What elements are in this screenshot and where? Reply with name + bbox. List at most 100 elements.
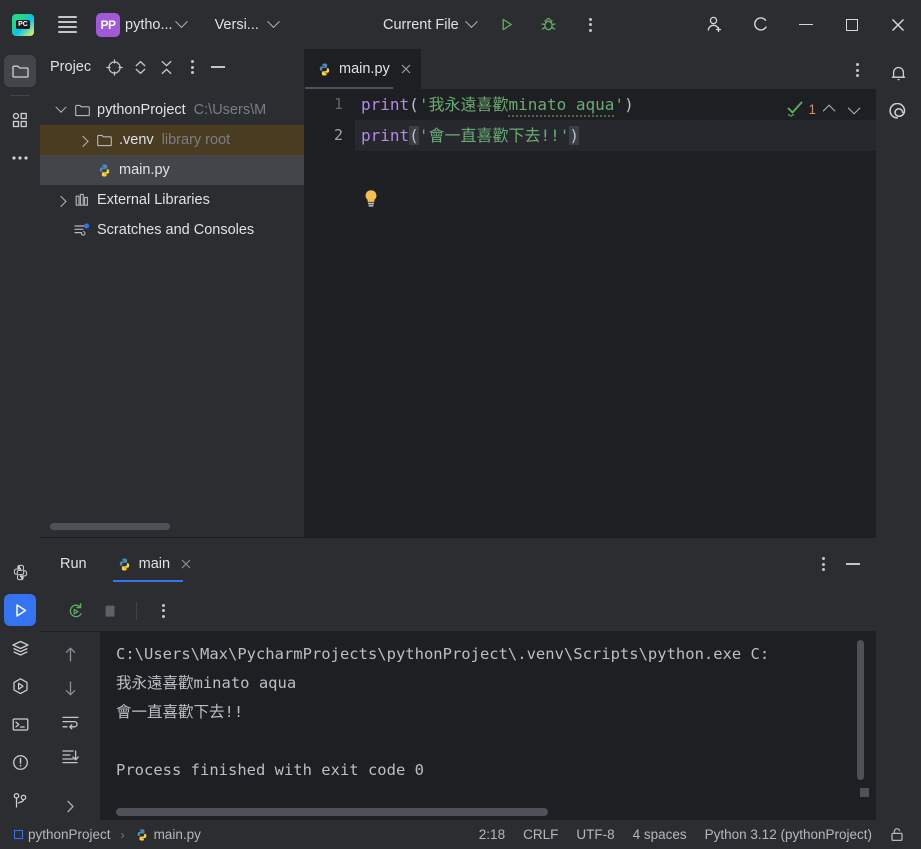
sidebar-item-ai-assistant[interactable]	[883, 97, 915, 129]
sidebar-item-problems[interactable]	[4, 746, 36, 778]
scroll-down-button[interactable]	[55, 674, 85, 704]
next-problem-icon[interactable]	[844, 98, 866, 120]
project-options-button[interactable]	[179, 54, 205, 80]
tree-item-scratches-and-consoles[interactable]: Scratches and Consoles	[40, 215, 304, 245]
scroll-up-button[interactable]	[55, 640, 85, 670]
vcs-label: Versi...	[214, 16, 259, 33]
tree-item-pythonProject[interactable]: pythonProject C:\Users\M	[40, 95, 304, 125]
sidebar-item-terminal[interactable]	[4, 708, 36, 740]
sidebar-item-project[interactable]	[4, 55, 36, 87]
editor-tab-main-py[interactable]: main.py	[305, 49, 421, 89]
project-tool-window: Projec pythonProject C:\Users\M .venv li…	[40, 49, 305, 537]
read-only-lock-button[interactable]	[881, 824, 913, 845]
run-console-output[interactable]: C:\Users\Max\PycharmProjects\pythonProje…	[100, 632, 876, 821]
tree-item-external-libraries[interactable]: External Libraries	[40, 185, 304, 215]
breadcrumb-item-file[interactable]: main.py	[131, 825, 205, 844]
more-actions-button[interactable]	[574, 8, 608, 42]
expand-console-button[interactable]	[55, 791, 85, 821]
project-panel-title: Projec	[50, 59, 92, 75]
stop-button[interactable]	[96, 597, 124, 625]
token: print	[361, 126, 410, 145]
pycharm-logo-icon	[0, 0, 46, 49]
updates-button[interactable]	[737, 0, 783, 49]
tree-item-venv[interactable]: .venv library root	[40, 125, 304, 155]
console-vertical-scrollbar[interactable]	[857, 640, 864, 780]
project-horizontal-scrollbar[interactable]	[50, 523, 295, 530]
inspection-widget[interactable]: 1	[786, 97, 866, 121]
twisty-collapsed-icon[interactable]	[50, 195, 72, 208]
tree-item-label: .venv	[119, 132, 154, 148]
breadcrumb-item-module[interactable]: pythonProject	[10, 825, 115, 844]
tree-item-main-py[interactable]: main.py	[40, 155, 304, 185]
python-interpreter[interactable]: Python 3.12 (pythonProject)	[696, 824, 881, 845]
sidebar-item-version-control[interactable]	[4, 784, 36, 816]
hamburger-menu-icon[interactable]	[46, 0, 88, 49]
window-minimize-button[interactable]	[783, 0, 829, 49]
problems-tool-icon	[12, 754, 28, 770]
vcs-widget[interactable]: Versi...	[202, 11, 286, 38]
twisty-collapsed-icon[interactable]	[72, 135, 94, 148]
run-more-actions-button[interactable]	[149, 597, 177, 625]
breadcrumb-separator: ›	[120, 827, 125, 842]
line-number: 2	[333, 126, 343, 144]
soft-wrap-button[interactable]	[55, 708, 85, 738]
python-file-icon	[317, 62, 332, 77]
caret-position[interactable]: 2:18	[470, 824, 514, 845]
sidebar-item-python-console[interactable]	[4, 556, 36, 588]
hide-project-panel-button[interactable]	[205, 54, 231, 80]
tab-close-icon[interactable]	[397, 60, 415, 78]
run-config-label: Current File	[383, 16, 459, 33]
sidebar-item-notifications[interactable]	[883, 57, 915, 89]
chevron-down-icon	[174, 15, 188, 29]
project-name-label: pytho...	[125, 16, 173, 33]
project-panel-header: Projec	[40, 49, 304, 85]
console-horizontal-scrollbar[interactable]	[116, 808, 548, 816]
window-maximize-icon	[846, 18, 858, 31]
token: '我永遠喜歡	[418, 95, 509, 114]
collapse-all-button[interactable]	[153, 54, 179, 80]
project-selector[interactable]: PP pytho...	[96, 11, 192, 38]
tree-item-path: C:\Users\M	[193, 102, 267, 118]
expand-collapse-button[interactable]	[127, 54, 153, 80]
hide-run-panel-button[interactable]	[840, 551, 866, 577]
intention-bulb-icon[interactable]	[360, 187, 382, 209]
sidebar-item-run[interactable]	[4, 594, 36, 626]
run-options-button[interactable]	[810, 551, 836, 577]
run-tab-main[interactable]: main	[112, 538, 199, 590]
inspection-ok-icon[interactable]	[786, 101, 805, 118]
window-minimize-icon	[799, 23, 813, 26]
options-kebab-icon	[190, 60, 194, 74]
tab-close-icon[interactable]	[177, 555, 195, 573]
window-maximize-button[interactable]	[829, 0, 875, 49]
run-button[interactable]	[490, 8, 524, 42]
run-panel-header: Run main	[40, 538, 876, 590]
sidebar-item-structure[interactable]	[4, 104, 36, 136]
sidebar-item-services[interactable]	[4, 632, 36, 664]
debug-button[interactable]	[532, 8, 566, 42]
project-tool-icon	[11, 65, 29, 78]
file-encoding[interactable]: UTF-8	[567, 824, 623, 845]
rerun-icon	[69, 602, 82, 617]
select-opened-file-button[interactable]	[101, 54, 127, 80]
indent-setting[interactable]: 4 spaces	[624, 824, 696, 845]
twisty-expanded-icon[interactable]	[50, 101, 72, 114]
code-line-2[interactable]: print('會一直喜歡下去!!')	[355, 120, 876, 151]
collapse-all-icon	[161, 60, 171, 74]
rerun-button[interactable]	[62, 597, 90, 625]
window-close-button[interactable]	[875, 0, 921, 49]
scrollbar-thumb[interactable]	[50, 523, 170, 530]
run-configuration-selector[interactable]: Current File	[383, 11, 482, 38]
expand-collapse-icon	[135, 60, 145, 74]
python-file-icon	[117, 557, 132, 572]
sidebar-item-python-packages[interactable]	[4, 670, 36, 702]
line-separator[interactable]: CRLF	[514, 824, 567, 845]
code-editor[interactable]: 1 2 print('我永遠喜歡minato aqua') print('會一直…	[305, 89, 876, 537]
share-project-button[interactable]	[691, 0, 737, 49]
scroll-to-end-button[interactable]	[55, 741, 85, 771]
sidebar-item-more-tool-windows[interactable]	[4, 142, 36, 174]
python-console-icon	[13, 564, 27, 580]
prev-problem-icon[interactable]	[819, 98, 841, 120]
toolbar-separator	[136, 601, 137, 620]
run-more-kebab-icon	[161, 603, 165, 618]
editor-options-button[interactable]	[846, 60, 868, 80]
